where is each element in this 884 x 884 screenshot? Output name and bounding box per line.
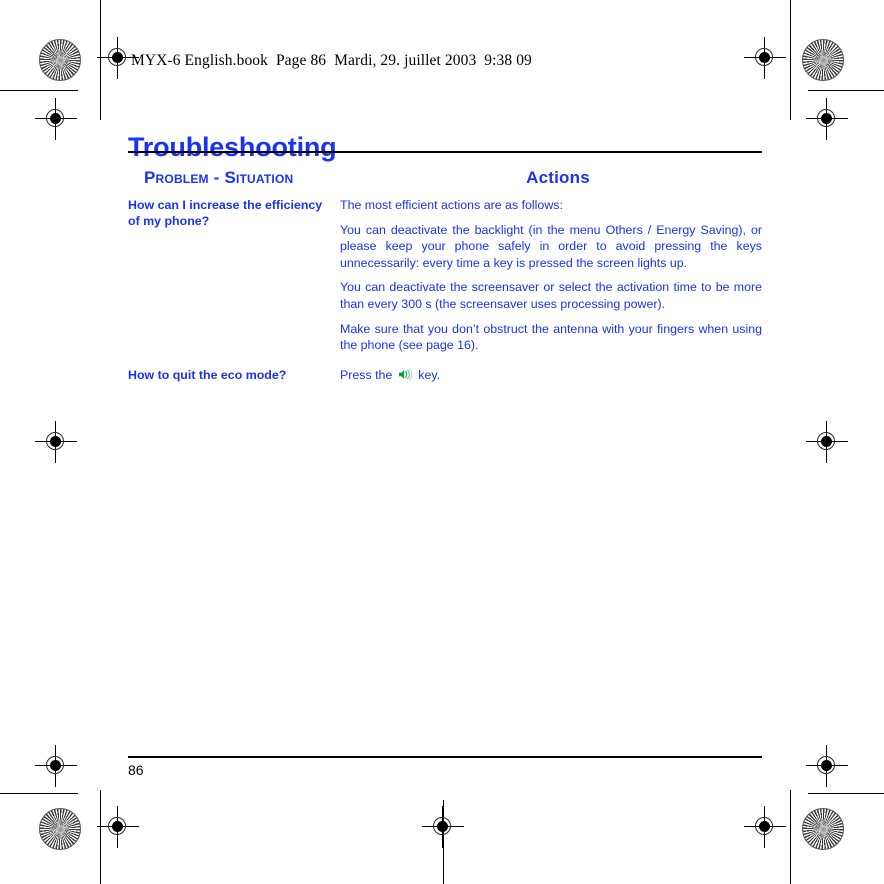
- manual-page: MYX-6 English.book Page 86 Mardi, 29. ju…: [0, 0, 884, 884]
- question-eco-mode: How to quit the eco mode?: [128, 367, 287, 382]
- answer-efficiency: The most efficient actions are as follow…: [340, 197, 762, 354]
- title-divider: [128, 151, 762, 153]
- answer-eco-mode: Press the key.: [340, 367, 762, 384]
- column-header-actions: Actions: [526, 168, 590, 187]
- table-column-headers: Problem - Situation Actions: [128, 168, 762, 192]
- answer-paragraph: Press the key.: [340, 367, 762, 384]
- answer-text-prefix: Press the: [340, 367, 393, 382]
- table-row: How to quit the eco mode? Press the key.: [128, 367, 762, 384]
- column-header-problem-situation: Problem - Situation: [144, 168, 294, 187]
- answer-text-suffix: key.: [418, 367, 441, 382]
- file-header-stamp: MYX-6 English.book Page 86 Mardi, 29. ju…: [131, 52, 532, 69]
- troubleshooting-table: How can I increase the efficiency of my …: [128, 197, 762, 383]
- table-row: How can I increase the efficiency of my …: [128, 197, 762, 354]
- speaker-volume-icon: [398, 368, 413, 381]
- answer-paragraph: You can deactivate the screensaver or se…: [340, 280, 762, 311]
- footer-divider: [128, 756, 762, 758]
- answer-paragraph: Make sure that you don’t obstruct the an…: [340, 321, 762, 353]
- answer-paragraph: You can deactivate the backlight (in the…: [340, 222, 762, 270]
- row-spacer: [128, 354, 762, 367]
- question-efficiency: How can I increase the efficiency of my …: [128, 198, 323, 229]
- page-number: 86: [128, 762, 144, 778]
- page-title: Troubleshooting: [128, 132, 337, 163]
- answer-paragraph: The most efficient actions are as follow…: [340, 198, 563, 212]
